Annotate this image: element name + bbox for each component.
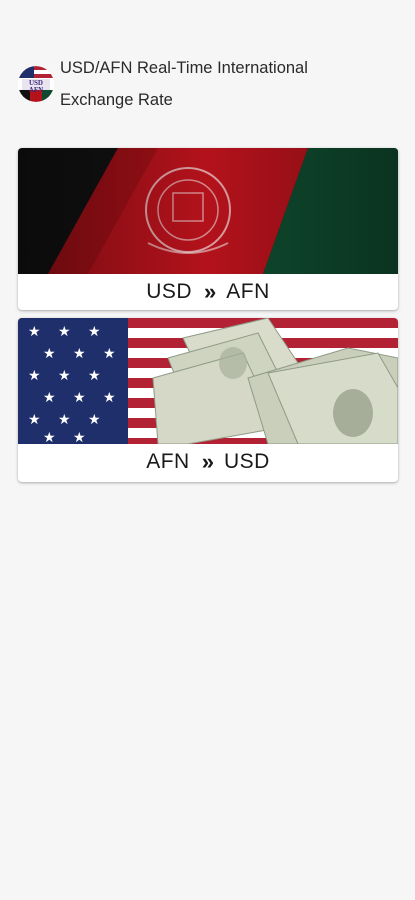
svg-text:★: ★: [73, 390, 86, 406]
afn-to-usd-label: AFN » USD: [18, 444, 398, 480]
arrow-separator-icon: »: [201, 449, 214, 474]
svg-text:★: ★: [28, 324, 41, 340]
afn-to-usd-card[interactable]: ★ ★ ★ ★ ★ ★ ★ ★ ★ ★ ★ ★ ★ ★ ★ ★ ★ AFN » …: [18, 318, 398, 482]
to-currency: USD: [223, 450, 270, 473]
app-root: USD AFN USD/AFN Real-Time International …: [0, 0, 415, 900]
svg-text:★: ★: [73, 346, 86, 362]
usd-to-afn-card[interactable]: USD » AFN: [18, 148, 398, 310]
usd-to-afn-label: USD » AFN: [18, 274, 398, 310]
svg-text:★: ★: [88, 368, 101, 384]
page-title: USD/AFN Real-Time International Exchange…: [60, 59, 308, 109]
from-currency: USD: [146, 280, 193, 303]
svg-text:★: ★: [58, 412, 71, 428]
svg-text:★: ★: [43, 346, 56, 362]
svg-text:★: ★: [28, 412, 41, 428]
svg-text:★: ★: [88, 412, 101, 428]
svg-text:★: ★: [58, 368, 71, 384]
afghanistan-flag-image: [18, 148, 398, 274]
logo-text-afn: AFN: [29, 86, 43, 94]
usd-afn-logo-icon: USD AFN: [18, 66, 54, 102]
svg-text:★: ★: [43, 430, 56, 444]
svg-text:★: ★: [43, 390, 56, 406]
svg-text:★: ★: [58, 324, 71, 340]
from-currency: AFN: [146, 450, 190, 473]
arrow-separator-icon: »: [204, 279, 216, 304]
svg-text:★: ★: [73, 430, 86, 444]
to-currency: AFN: [226, 280, 270, 303]
us-flag-dollars-image: ★ ★ ★ ★ ★ ★ ★ ★ ★ ★ ★ ★ ★ ★ ★ ★ ★: [18, 318, 398, 444]
svg-text:★: ★: [103, 346, 116, 362]
svg-text:★: ★: [103, 390, 116, 406]
svg-text:★: ★: [88, 324, 101, 340]
app-header: USD AFN USD/AFN Real-Time International …: [18, 52, 398, 116]
svg-text:★: ★: [28, 368, 41, 384]
